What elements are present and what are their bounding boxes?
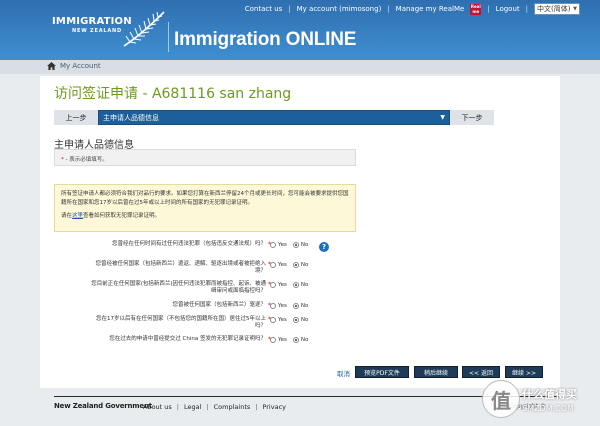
yes-option[interactable]: Yes	[270, 242, 287, 248]
yes-option[interactable]: Yes	[270, 337, 287, 343]
legal-link[interactable]: Legal	[179, 403, 206, 411]
question-text: 您目前正在任何国家(包括新西兰)因任何违法犯罪而被指控、起诉、被通缉审问或面临指…	[91, 281, 266, 294]
manage-realme-link[interactable]: Manage my RealMe	[390, 5, 471, 13]
realme-logo-icon: Real me	[470, 3, 482, 15]
cancel-link[interactable]: 取消	[337, 368, 350, 378]
language-select[interactable]: 中文(简体) ▼	[534, 3, 580, 15]
my-account-link[interactable]: My account (mimosong)	[291, 5, 388, 13]
site-header: Contact us | My account (mimosong) | Man…	[0, 0, 600, 60]
previous-step-button[interactable]: 上一步	[54, 110, 98, 125]
next-step-button[interactable]: 下一步	[450, 110, 494, 125]
preview-pdf-button[interactable]: 预览PDF文件	[355, 366, 409, 378]
no-option[interactable]: No	[292, 242, 308, 248]
question-row: 您曾经被任何国家（包括新西兰）遣返、递解、驱逐出境或者被拒绝入境？ * Yes …	[54, 261, 354, 275]
question-row: 您在过去的申请中曾经提交过 China 签发的无犯罪记录证明吗？ * Yes N…	[54, 336, 354, 350]
step-select[interactable]: 主申请人品德信息 ▼	[98, 110, 450, 125]
yes-option[interactable]: Yes	[270, 317, 287, 323]
top-navigation: Contact us | My account (mimosong) | Man…	[239, 3, 580, 15]
silver-fern-icon	[123, 11, 165, 47]
save-continue-later-button[interactable]: 稍后继续	[414, 366, 458, 378]
question-row: 您曾经在任何时间有过任何违法犯罪（包括违反交通法规）吗？ * Yes No	[54, 241, 354, 255]
no-option[interactable]: No	[292, 262, 308, 268]
contact-us-link[interactable]: Contact us	[239, 5, 289, 13]
page-title: 访问签证申请 - A681116 san zhang	[54, 86, 292, 102]
radio-icon[interactable]	[270, 317, 276, 323]
info-paragraph-link-row: 请在这里查看如何获取无犯罪记录证明。	[61, 213, 161, 219]
header-divider	[168, 22, 169, 52]
breadcrumb[interactable]: My Account	[47, 62, 101, 70]
chevron-down-icon: ▼	[573, 6, 577, 12]
radio-icon[interactable]	[270, 242, 276, 248]
step-navigator: 上一步 主申请人品德信息 ▼ 下一步	[54, 110, 494, 125]
radio-icon[interactable]	[270, 303, 276, 309]
radio-selected-icon[interactable]	[292, 262, 299, 268]
here-link[interactable]: 这里	[72, 213, 83, 219]
chevron-down-icon: ▼	[440, 114, 445, 121]
no-option[interactable]: No	[292, 282, 308, 288]
complaints-link[interactable]: Complaints	[209, 403, 256, 411]
app-title: Immigration ONLINE	[174, 29, 357, 50]
required-note: * - 表示必填填写。	[54, 149, 356, 166]
current-step-label: 主申请人品德信息	[103, 113, 159, 122]
question-row: 您曾被任何国家（包括新西兰）驱逐？ * Yes No	[54, 302, 354, 316]
footer-links: About us | Legal | Complaints | Privacy	[138, 403, 291, 411]
radio-selected-icon[interactable]	[292, 242, 299, 248]
question-text: 您曾经在任何时间有过任何违法犯罪（包括违反交通法规）吗？	[111, 241, 266, 247]
radio-selected-icon[interactable]	[292, 337, 299, 343]
watermark-logo-icon: 值	[482, 380, 520, 418]
watermark: 值 什么值得买 SMZDM.COM	[482, 376, 600, 426]
question-row: 您目前正在任何国家(包括新西兰)因任何违法犯罪而被指控、起诉、被通缉审问或面临指…	[54, 281, 354, 295]
info-paragraph: 所有签证申请人都必须符合我们对品行的要求。如果您打算在新西兰停留24个月或更长时…	[61, 191, 349, 206]
no-option[interactable]: No	[292, 317, 308, 323]
radio-icon[interactable]	[270, 337, 276, 343]
privacy-link[interactable]: Privacy	[257, 403, 291, 411]
yes-option[interactable]: Yes	[270, 262, 287, 268]
about-us-link[interactable]: About us	[138, 403, 177, 411]
question-text: 您在17岁以后有在任何国家（不包括您的国籍所在国）居住过5年以上吗？	[95, 316, 266, 329]
question-row: 您在17岁以后有在任何国家（不包括您的国籍所在国）居住过5年以上吗？ * Yes…	[54, 316, 354, 330]
question-text: 您曾被任何国家（包括新西兰）驱逐？	[172, 302, 266, 308]
no-option[interactable]: No	[292, 337, 308, 343]
character-info-box: 所有签证申请人都必须符合我们对品行的要求。如果您打算在新西兰停留24个月或更长时…	[54, 184, 356, 232]
radio-icon[interactable]	[270, 282, 276, 288]
radio-icon[interactable]	[270, 262, 276, 268]
radio-selected-icon[interactable]	[292, 317, 299, 323]
question-text: 您在过去的申请中曾经提交过 China 签发的无犯罪记录证明吗？	[109, 336, 266, 342]
logout-link[interactable]: Logout	[490, 5, 526, 13]
help-icon[interactable]: ?	[319, 242, 329, 252]
no-option[interactable]: No	[292, 303, 308, 309]
radio-selected-icon[interactable]	[292, 303, 299, 309]
radio-selected-icon[interactable]	[292, 282, 299, 288]
home-icon	[47, 62, 56, 70]
yes-option[interactable]: Yes	[270, 303, 287, 309]
breadcrumb-my-account[interactable]: My Account	[60, 62, 101, 70]
yes-option[interactable]: Yes	[270, 282, 287, 288]
question-text: 您曾经被任何国家（包括新西兰）遣返、递解、驱逐出境或者被拒绝入境？	[95, 261, 266, 274]
